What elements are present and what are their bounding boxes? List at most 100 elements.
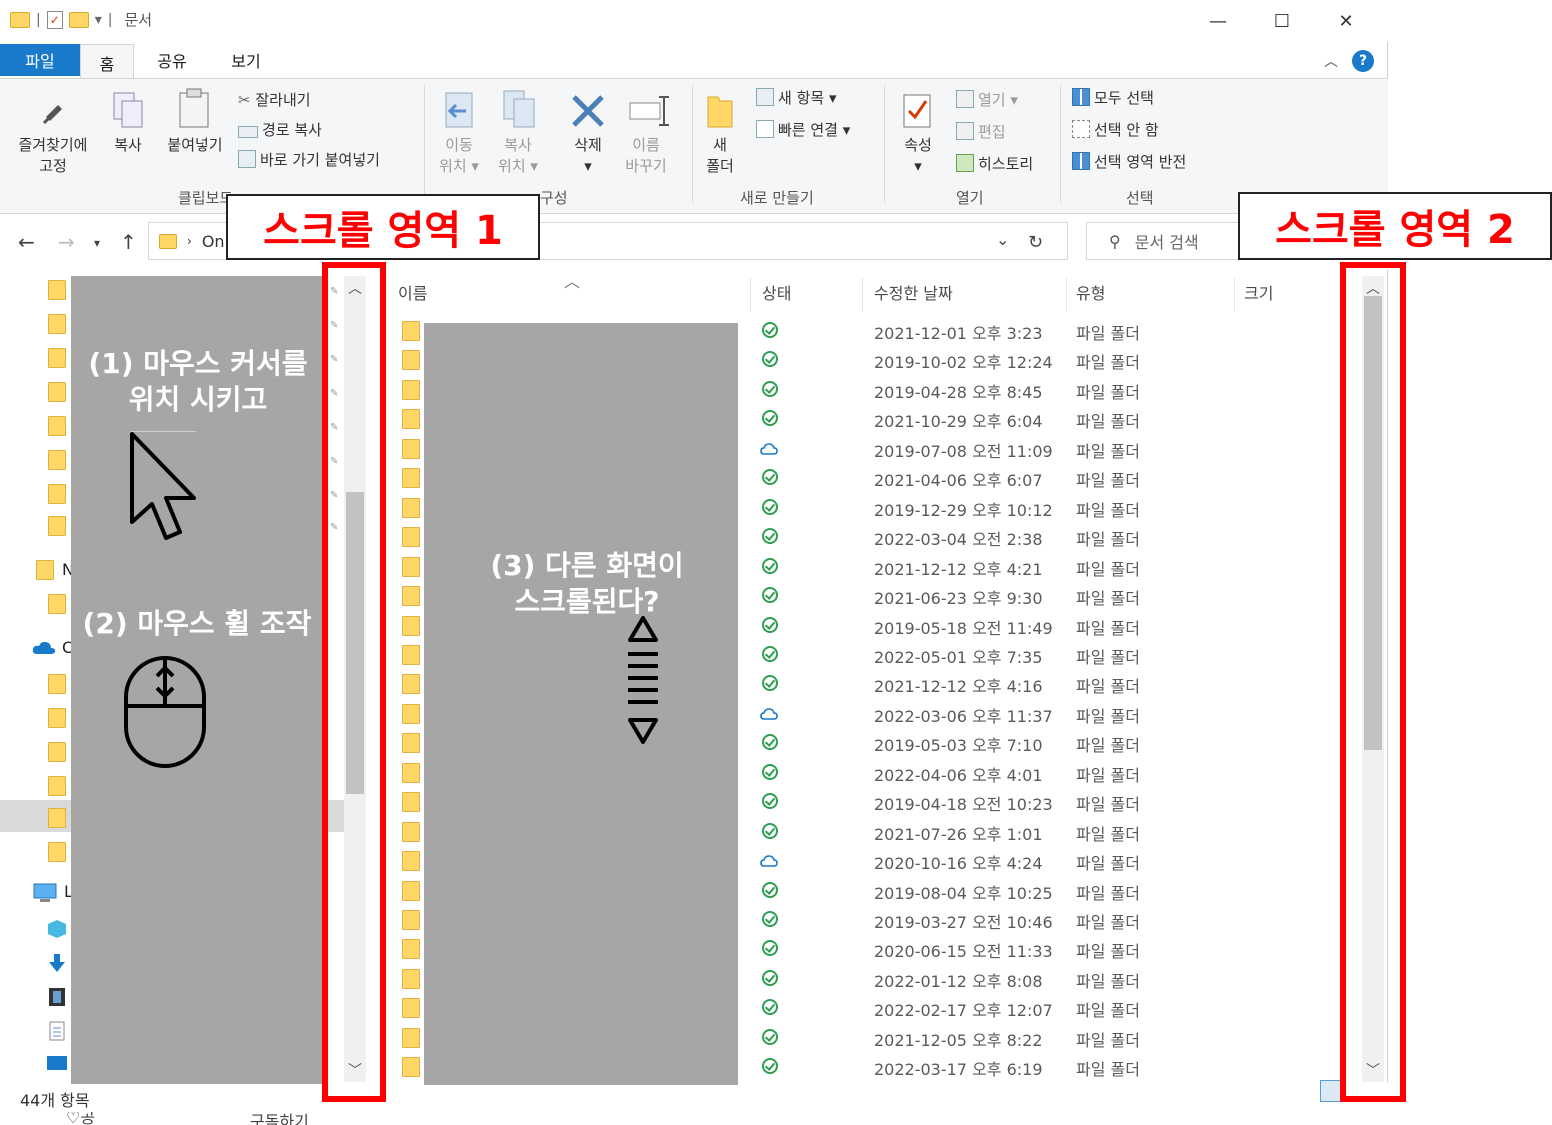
downloads-icon[interactable]: [46, 952, 68, 974]
folder-icon[interactable]: [48, 280, 66, 300]
step1-text: (1) 마우스 커서를 위치 시키고: [76, 346, 320, 418]
chevron-up-icon[interactable]: ︿: [1324, 51, 1338, 71]
tab-view[interactable]: 보기: [214, 44, 278, 76]
properties-dropdown-icon[interactable]: ▾: [896, 156, 940, 177]
folder-icon[interactable]: [48, 842, 66, 862]
copy-button[interactable]: 복사: [106, 135, 150, 156]
copy-to-button[interactable]: 복사 위치 ▾: [492, 135, 544, 177]
folder-icon[interactable]: [48, 382, 66, 402]
help-icon[interactable]: ?: [1352, 50, 1374, 72]
column-header-size[interactable]: 크기: [1244, 280, 1273, 304]
paste-shortcut-button[interactable]: 바로 가기 붙여넣기: [238, 149, 380, 170]
scroll-area-2-highlight: [1340, 262, 1406, 1102]
properties-icon[interactable]: ✓: [46, 10, 63, 29]
history-button[interactable]: 히스토리: [956, 153, 1033, 174]
invert-selection-button[interactable]: 선택 영역 반전: [1072, 151, 1186, 172]
easy-access-button[interactable]: 빠른 연결 ▾: [756, 119, 850, 140]
organize-group-label: 구성: [540, 189, 568, 207]
select-all-button[interactable]: 모두 선택: [1072, 87, 1154, 108]
column-header-status[interactable]: 상태: [762, 280, 791, 304]
like-button[interactable]: ♡ 공감: [66, 1112, 95, 1125]
folder-icon[interactable]: [48, 776, 66, 796]
folder-icon[interactable]: [36, 560, 54, 580]
folder-icon[interactable]: [48, 450, 66, 470]
column-header-type[interactable]: 유형: [1076, 280, 1105, 304]
details-view-icon[interactable]: [1320, 1080, 1342, 1102]
new-folder-button[interactable]: 새 폴더: [700, 135, 740, 177]
desktop-icon[interactable]: [46, 1054, 68, 1074]
folder-icon[interactable]: [10, 11, 30, 28]
folder-icon[interactable]: [48, 594, 66, 614]
modified-date: 2019-10-02 오후 12:24: [874, 353, 1053, 373]
select-none-button[interactable]: 선택 안 함: [1072, 119, 1159, 140]
recent-locations-button[interactable]: ▾: [94, 236, 100, 250]
3d-objects-icon[interactable]: [46, 918, 68, 940]
this-pc-icon[interactable]: [32, 882, 58, 904]
modified-date: 2019-04-18 오전 10:23: [874, 795, 1053, 815]
cut-button[interactable]: ✂ 잘라내기: [238, 89, 311, 110]
folder-icon: [402, 527, 420, 548]
customize-toolbar-icon[interactable]: ▾: [95, 12, 102, 28]
delete-dropdown-icon[interactable]: ▾: [566, 156, 610, 177]
tab-file[interactable]: 파일: [0, 44, 80, 76]
tab-home[interactable]: 홈: [80, 44, 134, 80]
mouse-wheel-icon: [124, 656, 206, 768]
onedrive-icon[interactable]: [32, 640, 56, 656]
close-button[interactable]: ✕: [1314, 4, 1378, 38]
quick-access-toolbar: | ✓ ▾ | 문서: [10, 9, 152, 30]
folder-icon[interactable]: [48, 314, 66, 334]
minimize-button[interactable]: —: [1186, 4, 1250, 38]
move-to-button[interactable]: 이동 위치 ▾: [434, 135, 484, 177]
open-button[interactable]: 열기 ▾: [956, 89, 1018, 110]
videos-icon[interactable]: [46, 986, 68, 1008]
delete-button[interactable]: 삭제 ▾: [566, 135, 610, 177]
new-folder-icon: [707, 96, 733, 128]
properties-button[interactable]: 속성 ▾: [896, 135, 940, 177]
subscribe-button[interactable]: 구독하기: [250, 1112, 309, 1125]
item-type: 파일 폴더: [1076, 324, 1140, 343]
column-header-name[interactable]: 이름: [398, 280, 427, 304]
item-type: 파일 폴더: [1076, 382, 1140, 402]
folder-icon[interactable]: [48, 708, 66, 728]
rename-button[interactable]: 이름 바꾸기: [618, 135, 674, 177]
forward-button[interactable]: →: [58, 230, 75, 254]
paste-button[interactable]: 붙여넣기: [158, 135, 232, 156]
folder-icon: [402, 379, 420, 400]
pin-label: 즐겨찾기에: [18, 136, 88, 154]
column-divider[interactable]: [1066, 278, 1067, 312]
copy-path-button[interactable]: 경로 복사: [238, 119, 322, 140]
maximize-button[interactable]: ☐: [1250, 4, 1314, 38]
column-divider[interactable]: [862, 278, 863, 312]
folder-icon[interactable]: [48, 416, 66, 436]
folder-icon[interactable]: [48, 348, 66, 368]
address-dropdown-icon[interactable]: ⌄: [996, 230, 1009, 249]
scroll-area-2-label: 스크롤 영역 2: [1238, 192, 1552, 260]
folder-icon: [402, 851, 420, 872]
column-header-modified[interactable]: 수정한 날짜: [874, 280, 953, 304]
folder-icon: [402, 468, 420, 489]
documents-icon[interactable]: [46, 1020, 68, 1042]
folder-icon[interactable]: [48, 742, 66, 762]
edit-button[interactable]: 편집: [956, 121, 1006, 142]
copy-icon: [113, 92, 143, 128]
folder-icon[interactable]: [48, 516, 66, 536]
rename-label-2: 바꾸기: [625, 157, 667, 175]
move-label-2: 위치 ▾: [439, 157, 479, 175]
column-divider[interactable]: [750, 278, 751, 312]
folder-icon[interactable]: [48, 808, 66, 828]
modified-date: 2022-04-06 오후 4:01: [874, 765, 1043, 785]
new-item-button[interactable]: 새 항목 ▾: [756, 87, 836, 108]
tab-share[interactable]: 공유: [140, 44, 204, 76]
folder-icon: [402, 998, 420, 1019]
refresh-icon[interactable]: ↻: [1028, 232, 1043, 253]
open-icon: [956, 90, 974, 108]
new-folder-icon[interactable]: [68, 11, 89, 28]
pin-to-quick-access-button[interactable]: 즐겨찾기에 고정: [10, 135, 96, 177]
folder-icon[interactable]: [48, 484, 66, 504]
column-divider[interactable]: [1234, 278, 1235, 312]
back-button[interactable]: ←: [18, 230, 35, 254]
up-button[interactable]: ↑: [120, 230, 137, 254]
folder-icon[interactable]: [48, 674, 66, 694]
screenshot: | ✓ ▾ | 문서 — ☐ ✕ 파일 홈 공유 보기 ︿ ? 즐겨찾기에 고정…: [0, 0, 1552, 1125]
folder-icon: [402, 762, 420, 783]
